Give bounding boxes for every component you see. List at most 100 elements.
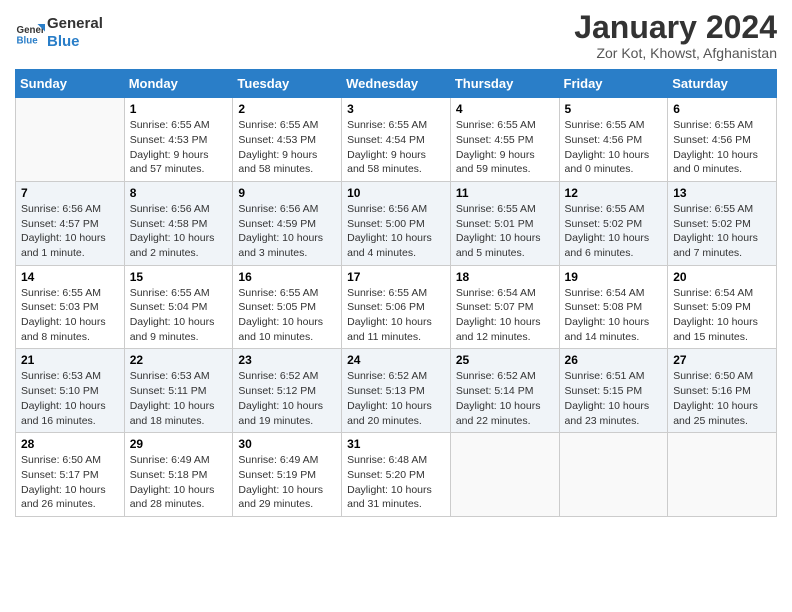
- day-info: Sunrise: 6:56 AMSunset: 4:58 PMDaylight:…: [130, 202, 228, 261]
- month-title: January 2024: [574, 10, 777, 45]
- calendar-body: 1Sunrise: 6:55 AMSunset: 4:53 PMDaylight…: [16, 98, 777, 517]
- day-number: 25: [456, 353, 554, 367]
- calendar-cell: 31Sunrise: 6:48 AMSunset: 5:20 PMDayligh…: [342, 433, 451, 517]
- day-info: Sunrise: 6:54 AMSunset: 5:08 PMDaylight:…: [565, 286, 663, 345]
- day-number: 22: [130, 353, 228, 367]
- calendar-cell: [559, 433, 668, 517]
- logo-blue: Blue: [47, 33, 103, 51]
- day-info: Sunrise: 6:54 AMSunset: 5:07 PMDaylight:…: [456, 286, 554, 345]
- day-number: 7: [21, 186, 119, 200]
- calendar-cell: 4 Sunrise: 6:55 AMSunset: 4:55 PMDaylight…: [450, 98, 559, 182]
- calendar-cell: 20 Sunrise: 6:54 AMSunset: 5:09 PMDayligh…: [668, 265, 777, 349]
- calendar-cell: 3 Sunrise: 6:55 AMSunset: 4:54 PMDaylight…: [342, 98, 451, 182]
- day-info: Sunrise: 6:49 AMSunset: 5:18 PMDaylight:…: [130, 453, 228, 512]
- week-row-2: 7 Sunrise: 6:56 AMSunset: 4:57 PMDaylight…: [16, 181, 777, 265]
- week-row-5: 28 Sunrise: 6:50 AMSunset: 5:17 PMDayligh…: [16, 433, 777, 517]
- header-day-thursday: Thursday: [450, 70, 559, 98]
- day-info: Sunrise: 6:55 AMSunset: 4:56 PMDaylight:…: [565, 118, 663, 177]
- calendar-cell: 16Sunrise: 6:55 AMSunset: 5:05 PMDayligh…: [233, 265, 342, 349]
- week-row-3: 14Sunrise: 6:55 AMSunset: 5:03 PMDayligh…: [16, 265, 777, 349]
- day-number: 5: [565, 102, 663, 116]
- calendar-table: SundayMondayTuesdayWednesdayThursdayFrid…: [15, 69, 777, 517]
- calendar-cell: 19 Sunrise: 6:54 AMSunset: 5:08 PMDayligh…: [559, 265, 668, 349]
- header-day-wednesday: Wednesday: [342, 70, 451, 98]
- day-info: Sunrise: 6:51 AMSunset: 5:15 PMDaylight:…: [565, 369, 663, 428]
- header-day-sunday: Sunday: [16, 70, 125, 98]
- calendar-cell: 28 Sunrise: 6:50 AMSunset: 5:17 PMDayligh…: [16, 433, 125, 517]
- calendar-cell: 9Sunrise: 6:56 AMSunset: 4:59 PMDaylight…: [233, 181, 342, 265]
- header-day-friday: Friday: [559, 70, 668, 98]
- day-info: Sunrise: 6:56 AMSunset: 4:57 PMDaylight:…: [21, 202, 119, 261]
- day-number: 2: [238, 102, 336, 116]
- header-day-saturday: Saturday: [668, 70, 777, 98]
- calendar-cell: 21Sunrise: 6:53 AMSunset: 5:10 PMDayligh…: [16, 349, 125, 433]
- day-number: 6: [673, 102, 771, 116]
- calendar-cell: 6 Sunrise: 6:55 AMSunset: 4:56 PMDaylight…: [668, 98, 777, 182]
- day-number: 29: [130, 437, 228, 451]
- calendar-cell: 18Sunrise: 6:54 AMSunset: 5:07 PMDayligh…: [450, 265, 559, 349]
- logo-general: General: [47, 15, 103, 33]
- calendar-cell: [668, 433, 777, 517]
- day-info: Sunrise: 6:55 AMSunset: 5:03 PMDaylight:…: [21, 286, 119, 345]
- day-number: 24: [347, 353, 445, 367]
- day-info: Sunrise: 6:55 AMSunset: 5:02 PMDaylight:…: [565, 202, 663, 261]
- day-info: Sunrise: 6:55 AMSunset: 4:54 PMDaylight:…: [347, 118, 445, 177]
- calendar-header: SundayMondayTuesdayWednesdayThursdayFrid…: [16, 70, 777, 98]
- calendar-cell: 27 Sunrise: 6:50 AMSunset: 5:16 PMDayligh…: [668, 349, 777, 433]
- day-info: Sunrise: 6:52 AMSunset: 5:14 PMDaylight:…: [456, 369, 554, 428]
- day-number: 27: [673, 353, 771, 367]
- day-number: 28: [21, 437, 119, 451]
- week-row-1: 1Sunrise: 6:55 AMSunset: 4:53 PMDaylight…: [16, 98, 777, 182]
- header-day-monday: Monday: [124, 70, 233, 98]
- calendar-cell: 22 Sunrise: 6:53 AMSunset: 5:11 PMDayligh…: [124, 349, 233, 433]
- header-day-tuesday: Tuesday: [233, 70, 342, 98]
- calendar-cell: 14Sunrise: 6:55 AMSunset: 5:03 PMDayligh…: [16, 265, 125, 349]
- logo-icon: General Blue: [15, 18, 45, 48]
- calendar-cell: 11Sunrise: 6:55 AMSunset: 5:01 PMDayligh…: [450, 181, 559, 265]
- day-number: 15: [130, 270, 228, 284]
- day-info: Sunrise: 6:55 AMSunset: 4:55 PMDaylight:…: [456, 118, 554, 177]
- day-info: Sunrise: 6:55 AMSunset: 4:53 PMDaylight:…: [238, 118, 336, 177]
- calendar-cell: [450, 433, 559, 517]
- svg-text:Blue: Blue: [17, 36, 39, 47]
- day-number: 16: [238, 270, 336, 284]
- day-number: 9: [238, 186, 336, 200]
- calendar-cell: 23Sunrise: 6:52 AMSunset: 5:12 PMDayligh…: [233, 349, 342, 433]
- calendar-cell: 29 Sunrise: 6:49 AMSunset: 5:18 PMDayligh…: [124, 433, 233, 517]
- calendar-cell: 7 Sunrise: 6:56 AMSunset: 4:57 PMDaylight…: [16, 181, 125, 265]
- day-number: 13: [673, 186, 771, 200]
- day-info: Sunrise: 6:52 AMSunset: 5:12 PMDaylight:…: [238, 369, 336, 428]
- calendar-cell: 8 Sunrise: 6:56 AMSunset: 4:58 PMDaylight…: [124, 181, 233, 265]
- day-info: Sunrise: 6:55 AMSunset: 4:53 PMDaylight:…: [130, 118, 228, 177]
- day-info: Sunrise: 6:53 AMSunset: 5:11 PMDaylight:…: [130, 369, 228, 428]
- day-info: Sunrise: 6:56 AMSunset: 5:00 PMDaylight:…: [347, 202, 445, 261]
- day-info: Sunrise: 6:55 AMSunset: 5:06 PMDaylight:…: [347, 286, 445, 345]
- day-number: 8: [130, 186, 228, 200]
- day-number: 30: [238, 437, 336, 451]
- day-info: Sunrise: 6:50 AMSunset: 5:16 PMDaylight:…: [673, 369, 771, 428]
- calendar-cell: 30Sunrise: 6:49 AMSunset: 5:19 PMDayligh…: [233, 433, 342, 517]
- day-number: 12: [565, 186, 663, 200]
- day-info: Sunrise: 6:54 AMSunset: 5:09 PMDaylight:…: [673, 286, 771, 345]
- calendar-cell: 15Sunrise: 6:55 AMSunset: 5:04 PMDayligh…: [124, 265, 233, 349]
- day-info: Sunrise: 6:55 AMSunset: 5:02 PMDaylight:…: [673, 202, 771, 261]
- calendar-cell: 12 Sunrise: 6:55 AMSunset: 5:02 PMDayligh…: [559, 181, 668, 265]
- day-number: 3: [347, 102, 445, 116]
- day-number: 4: [456, 102, 554, 116]
- page-header: General Blue General Blue January 2024 Z…: [15, 10, 777, 61]
- calendar-cell: 25 Sunrise: 6:52 AMSunset: 5:14 PMDayligh…: [450, 349, 559, 433]
- day-number: 19: [565, 270, 663, 284]
- day-info: Sunrise: 6:55 AMSunset: 4:56 PMDaylight:…: [673, 118, 771, 177]
- day-number: 11: [456, 186, 554, 200]
- calendar-cell: 5 Sunrise: 6:55 AMSunset: 4:56 PMDaylight…: [559, 98, 668, 182]
- day-info: Sunrise: 6:52 AMSunset: 5:13 PMDaylight:…: [347, 369, 445, 428]
- day-number: 31: [347, 437, 445, 451]
- calendar-cell: 17 Sunrise: 6:55 AMSunset: 5:06 PMDayligh…: [342, 265, 451, 349]
- calendar-cell: 26Sunrise: 6:51 AMSunset: 5:15 PMDayligh…: [559, 349, 668, 433]
- day-info: Sunrise: 6:50 AMSunset: 5:17 PMDaylight:…: [21, 453, 119, 512]
- calendar-cell: 24 Sunrise: 6:52 AMSunset: 5:13 PMDayligh…: [342, 349, 451, 433]
- week-row-4: 21Sunrise: 6:53 AMSunset: 5:10 PMDayligh…: [16, 349, 777, 433]
- day-number: 17: [347, 270, 445, 284]
- calendar-cell: 2 Sunrise: 6:55 AMSunset: 4:53 PMDaylight…: [233, 98, 342, 182]
- day-number: 20: [673, 270, 771, 284]
